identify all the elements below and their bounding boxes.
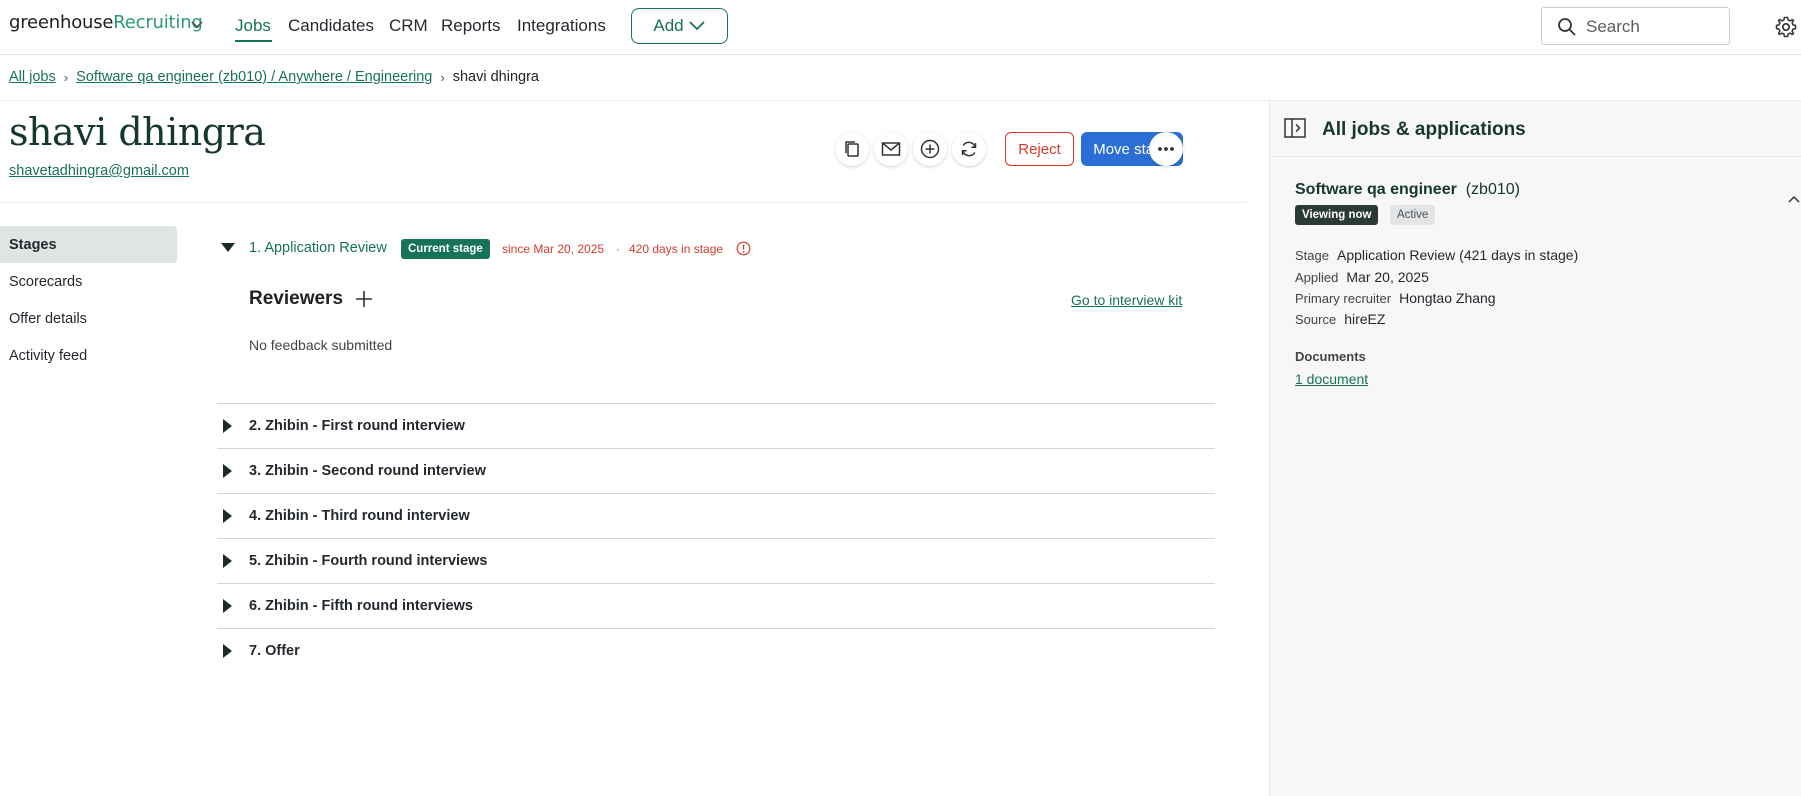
refresh-icon — [961, 141, 977, 157]
stage-label: 2. Zhibin - First round interview — [249, 418, 465, 434]
days-in-stage: 420 days in stage — [629, 242, 724, 256]
panel-header: All jobs & applications — [1270, 101, 1801, 157]
stage-label: 4. Zhibin - Third round interview — [249, 508, 470, 524]
caret-right-icon — [223, 599, 232, 613]
stage-label: 7. Offer — [249, 643, 300, 659]
search-input[interactable] — [1586, 16, 1721, 38]
application-job[interactable]: Software qa engineer (zb010) — [1295, 181, 1520, 199]
stage-row[interactable]: 3. Zhibin - Second round interview — [217, 448, 1215, 493]
add-button-label: Add — [653, 16, 684, 35]
nav-candidates[interactable]: Candidates — [288, 16, 374, 36]
stage-row[interactable]: 2. Zhibin - First round interview — [217, 403, 1215, 448]
alert-icon — [736, 241, 751, 256]
candidate-email-link[interactable]: shavetadhingra@gmail.com — [9, 163, 189, 179]
nav-reports[interactable]: Reports — [441, 16, 501, 36]
tab-stages[interactable]: Stages — [0, 226, 177, 263]
chevron-down-icon — [688, 21, 705, 31]
nav-jobs[interactable]: Jobs — [235, 16, 271, 36]
stage-label: 3. Zhibin - Second round interview — [249, 463, 486, 479]
detail-applied: Applied Mar 20, 2025 — [1295, 269, 1429, 285]
chevron-right-icon: › — [440, 69, 445, 85]
tab-activity-feed[interactable]: Activity feed — [0, 337, 177, 374]
chevron-right-icon: › — [63, 69, 69, 85]
job-name: Software qa engineer — [1295, 181, 1457, 198]
separator-dot: · — [616, 242, 620, 256]
stage-row[interactable]: 7. Offer — [217, 628, 1215, 673]
detail-key: Source — [1295, 312, 1337, 327]
copy-button[interactable] — [835, 132, 869, 166]
stage-row[interactable]: 6. Zhibin - Fifth round interviews — [217, 583, 1215, 628]
transfer-button[interactable] — [952, 132, 986, 166]
detail-value: Hongtao Zhang — [1399, 290, 1496, 306]
more-options-button[interactable] — [1149, 132, 1183, 166]
status-badge: Active — [1390, 205, 1436, 225]
reject-button[interactable]: Reject — [1005, 132, 1074, 166]
more-horizontal-icon — [1158, 147, 1174, 151]
add-reviewer-icon[interactable] — [352, 287, 376, 311]
stage-title[interactable]: 1. Application Review — [249, 240, 387, 256]
breadcrumb: All jobs › Software qa engineer (zb010) … — [9, 69, 539, 85]
divider — [0, 202, 1246, 203]
viewing-now-badge: Viewing now — [1295, 205, 1379, 225]
breadcrumb-job[interactable]: Software qa engineer (zb010) / Anywhere … — [76, 69, 432, 85]
collapse-panel-icon[interactable] — [1284, 118, 1306, 138]
detail-recruiter: Primary recruiter Hongtao Zhang — [1295, 290, 1496, 306]
detail-value: Mar 20, 2025 — [1346, 269, 1429, 285]
search-icon — [1558, 18, 1576, 36]
nav-integrations[interactable]: Integrations — [517, 16, 606, 36]
stage-label: 6. Zhibin - Fifth round interviews — [249, 598, 473, 614]
nav-crm[interactable]: CRM — [389, 16, 428, 36]
chevron-up-icon[interactable] — [1787, 194, 1801, 204]
detail-source: Source hireEZ — [1295, 311, 1385, 327]
no-feedback-text: No feedback submitted — [249, 337, 393, 353]
applications-panel: All jobs & applications Software qa engi… — [1269, 101, 1801, 796]
stage-row[interactable]: 5. Zhibin - Fourth round interviews — [217, 538, 1215, 583]
caret-right-icon — [223, 554, 232, 568]
caret-right-icon — [223, 644, 232, 658]
greenhouse-logo[interactable]: greenhouseRecruiting — [9, 12, 203, 34]
caret-right-icon — [223, 509, 232, 523]
detail-key: Primary recruiter — [1295, 291, 1392, 306]
stage-since-text: since Mar 20, 2025 — [502, 242, 605, 256]
candidate-name: shavi dhingra — [9, 110, 266, 154]
caret-down-icon[interactable] — [221, 243, 235, 252]
reviewers-heading: Reviewers — [249, 288, 344, 309]
stage-row[interactable]: 4. Zhibin - Third round interview — [217, 493, 1215, 538]
tab-offer-details[interactable]: Offer details — [0, 300, 177, 337]
breadcrumb-current: shavi dhingra — [452, 69, 539, 85]
add-button[interactable]: Add — [631, 8, 728, 44]
caret-right-icon — [223, 464, 232, 478]
copy-icon — [845, 141, 859, 157]
search-box[interactable] — [1541, 7, 1730, 45]
breadcrumb-all-jobs[interactable]: All jobs — [9, 69, 56, 85]
top-nav: greenhouseRecruiting Jobs Candidates CRM… — [0, 0, 1801, 55]
panel-title: All jobs & applications — [1322, 119, 1526, 140]
chevron-down-icon[interactable] — [190, 18, 204, 32]
detail-key: Stage — [1295, 248, 1329, 263]
nav-active-indicator — [235, 40, 272, 42]
plus-circle-icon — [920, 139, 940, 159]
job-code: (zb010) — [1465, 181, 1520, 198]
detail-value: hireEZ — [1344, 311, 1386, 327]
detail-key: Applied — [1295, 270, 1339, 285]
current-stage-badge: Current stage — [401, 239, 490, 259]
gear-icon[interactable] — [1774, 15, 1798, 39]
documents-link[interactable]: 1 document — [1295, 371, 1368, 387]
tab-scorecards[interactable]: Scorecards — [0, 263, 177, 300]
detail-value: Application Review (421 days in stage) — [1336, 247, 1579, 263]
documents-label: Documents — [1295, 349, 1366, 364]
mail-icon — [881, 142, 901, 156]
interview-kit-link[interactable]: Go to interview kit — [1071, 292, 1182, 308]
email-button[interactable] — [874, 132, 908, 166]
detail-stage: Stage Application Review (421 days in st… — [1295, 247, 1578, 263]
stage-label: 5. Zhibin - Fourth round interviews — [249, 553, 488, 569]
add-to-button[interactable] — [913, 132, 947, 166]
caret-right-icon — [223, 419, 232, 433]
logo-text-primary: greenhouse — [9, 12, 114, 33]
